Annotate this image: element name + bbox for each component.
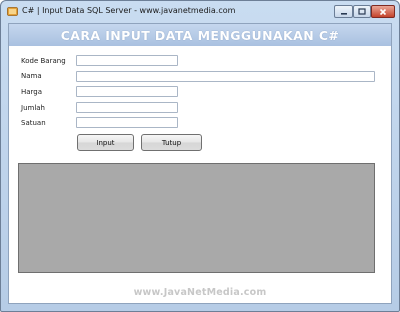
kode-barang-input[interactable] bbox=[76, 55, 178, 66]
window-title: C# | Input Data SQL Server - www.javanet… bbox=[22, 6, 236, 15]
close-icon bbox=[379, 8, 387, 15]
form-client-area: CARA INPUT DATA MENGGUNAKAN C# Kode Bara… bbox=[8, 23, 392, 304]
title-bar[interactable]: C# | Input Data SQL Server - www.javanet… bbox=[1, 1, 399, 23]
jumlah-input[interactable] bbox=[76, 102, 178, 113]
kode-barang-label: Kode Barang bbox=[21, 57, 66, 65]
minimize-button[interactable] bbox=[334, 5, 353, 18]
app-window: C# | Input Data SQL Server - www.javanet… bbox=[0, 0, 400, 312]
maximize-icon bbox=[358, 8, 366, 15]
input-button[interactable]: Input bbox=[77, 134, 134, 151]
satuan-input[interactable] bbox=[76, 117, 178, 128]
minimize-icon bbox=[340, 12, 347, 15]
footer-watermark: www.JavaNetMedia.com bbox=[133, 287, 267, 298]
tutup-button[interactable]: Tutup bbox=[141, 134, 202, 151]
header-title: CARA INPUT DATA MENGGUNAKAN C# bbox=[60, 27, 340, 43]
harga-input[interactable] bbox=[76, 86, 178, 97]
close-button[interactable] bbox=[371, 5, 395, 18]
maximize-button[interactable] bbox=[353, 5, 371, 18]
nama-label: Nama bbox=[21, 72, 42, 80]
jumlah-label: Jumlah bbox=[21, 104, 45, 112]
app-icon bbox=[7, 7, 18, 16]
nama-input[interactable] bbox=[76, 71, 375, 82]
satuan-label: Satuan bbox=[21, 119, 46, 127]
data-grid[interactable] bbox=[18, 163, 375, 273]
harga-label: Harga bbox=[21, 88, 43, 96]
header-banner: CARA INPUT DATA MENGGUNAKAN C# bbox=[9, 24, 391, 46]
